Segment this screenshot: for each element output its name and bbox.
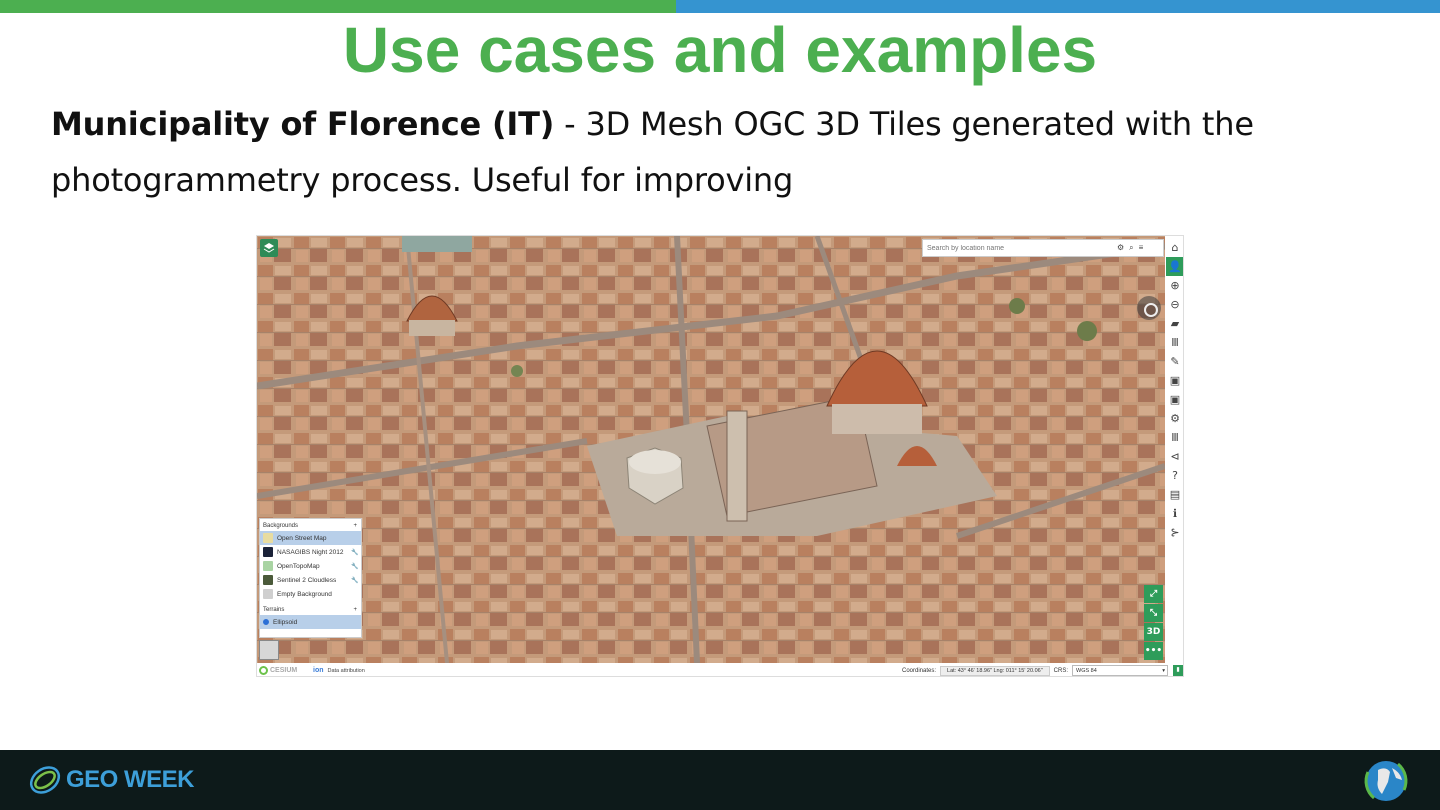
map-catalog-icon[interactable]: Ⅲ [1166,428,1183,447]
geo-week-logo: GEO WEEK [26,760,195,800]
info-icon[interactable]: ℹ [1166,504,1183,523]
map-3d-canvas[interactable] [257,236,1165,663]
basemap-thumbnail[interactable] [259,640,279,660]
wrench-icon[interactable]: 🔧 [351,577,361,584]
help-icon[interactable]: ? [1166,466,1183,485]
top-accent-bar-green [0,0,676,13]
background-thumbnail [263,533,273,543]
background-thumbnail [263,575,273,585]
slide-title: Use cases and examples [342,14,1098,86]
background-label: OpenTopoMap [277,562,320,570]
home-icon[interactable]: ⌂ [1166,238,1183,257]
user-icon[interactable]: 👤 [1166,257,1183,276]
download-icon[interactable]: ⊖ [1166,295,1183,314]
crs-label: CRS: [1053,667,1068,674]
save-icon[interactable]: ▣ [1166,371,1183,390]
crs-value: WGS 84 [1076,667,1097,674]
settings-gear-icon[interactable]: ⚙ [1117,243,1124,253]
background-item[interactable]: Empty Background [260,587,361,601]
wrench-icon[interactable]: 🔧 [351,549,361,556]
share-icon[interactable]: ⊲ [1166,447,1183,466]
more-options-button[interactable]: ••• [1144,642,1163,660]
background-label: Empty Background [277,590,332,598]
chevron-down-icon: ▾ [1162,667,1165,674]
florence-3d-mesh [257,236,1165,663]
background-label: NASAGIBS Night 2012 [277,548,344,556]
terrain-label: Ellipsoid [273,618,298,626]
background-thumbnail [263,561,273,571]
wrench-icon[interactable]: 🔧 [351,563,361,570]
layers-icon [263,243,275,253]
background-label: Open Street Map [277,534,327,542]
compass-icon[interactable] [1137,296,1161,320]
coordinates-label: Coordinates: [901,667,937,674]
document-icon[interactable]: ▮ [1173,665,1183,676]
ion-logo: ion [313,667,324,674]
location-search-box[interactable]: ⚙ ⌕ ≡ [922,239,1164,257]
geo-week-mark-icon [29,766,61,794]
viewer-status-bar: CESIUM ion Data attribution Coordinates:… [257,663,1183,676]
terrain-item-ellipsoid[interactable]: Ellipsoid [260,615,361,629]
fullscreen-button[interactable]: ⤢ [1144,585,1163,603]
save-as-icon[interactable]: ▣ [1166,390,1183,409]
mode-3d-button[interactable]: 3D [1144,623,1163,641]
data-attribution-link[interactable]: Data attribution [328,668,365,674]
add-terrain-button[interactable]: + [353,607,357,613]
layers-button[interactable] [260,239,278,257]
crs-select[interactable]: WGS 84 ▾ [1072,665,1168,676]
location-search-input[interactable] [927,244,1117,252]
map-viewer[interactable]: ⚙ ⌕ ≡ ⌂👤⊕⊖▰Ⅲ✎▣▣⚙Ⅲ⊲?▤ℹ⊱ ⤢ ⤡ 3D ••• Backgr… [256,235,1184,677]
background-item[interactable]: Open Street Map [260,531,361,545]
cesium-wordmark: CESIUM [270,667,298,674]
cesium-ring-icon [259,666,268,675]
background-thumbnail [263,589,273,599]
backgrounds-header: Backgrounds [263,523,299,529]
top-accent-bar-blue [676,0,1440,13]
map-controls: ⤢ ⤡ 3D ••• [1144,585,1163,660]
background-label: Sentinel 2 Cloudless [277,576,337,584]
slide-body-text: Municipality of Florence (IT) - 3D Mesh … [51,96,1371,208]
network-icon[interactable]: ⊱ [1166,523,1183,542]
cesium-logo: CESIUM [259,666,311,676]
zoom-extent-button[interactable]: ⤡ [1144,604,1163,622]
slide-footer: GEO WEEK [0,750,1440,810]
book-icon[interactable]: ▤ [1166,485,1183,504]
right-toolbar: ⌂ 👤 ⊕ ⊖ ▰ Ⅲ ✎ ▣ ▣ ⚙ Ⅲ ⊲? ▤ ℹ ⊱ [1165,236,1183,663]
upload-icon[interactable]: ⊕ [1166,276,1183,295]
background-item[interactable]: OpenTopoMap 🔧 [260,559,361,573]
background-item[interactable]: Sentinel 2 Cloudless 🔧 [260,573,361,587]
library-icon[interactable]: Ⅲ [1166,333,1183,352]
background-thumbnail [263,547,273,557]
menu-icon[interactable]: ≡ [1139,243,1144,253]
add-background-button[interactable]: + [353,523,357,529]
background-item[interactable]: NASAGIBS Night 2012 🔧 [260,545,361,559]
terrains-header: Terrains [263,607,285,613]
geo-week-wordmark: GEO WEEK [66,766,195,793]
gear-icon[interactable]: ⚙ [1166,409,1183,428]
coordinates-value: Lat: 43° 46' 18.96" Lng: 011° 15' 20.06" [940,665,1050,676]
search-icon[interactable]: ⌕ [1129,243,1133,253]
backgrounds-panel: Backgrounds + Open Street Map NASAGIBS Ni… [259,518,362,638]
globe-icon [1364,761,1408,801]
pencil-icon[interactable]: ✎ [1166,352,1183,371]
body-bold-text: Municipality of Florence (IT) [51,105,555,143]
radio-selected-icon[interactable] [263,619,269,625]
folder-icon[interactable]: ▰ [1166,314,1183,333]
